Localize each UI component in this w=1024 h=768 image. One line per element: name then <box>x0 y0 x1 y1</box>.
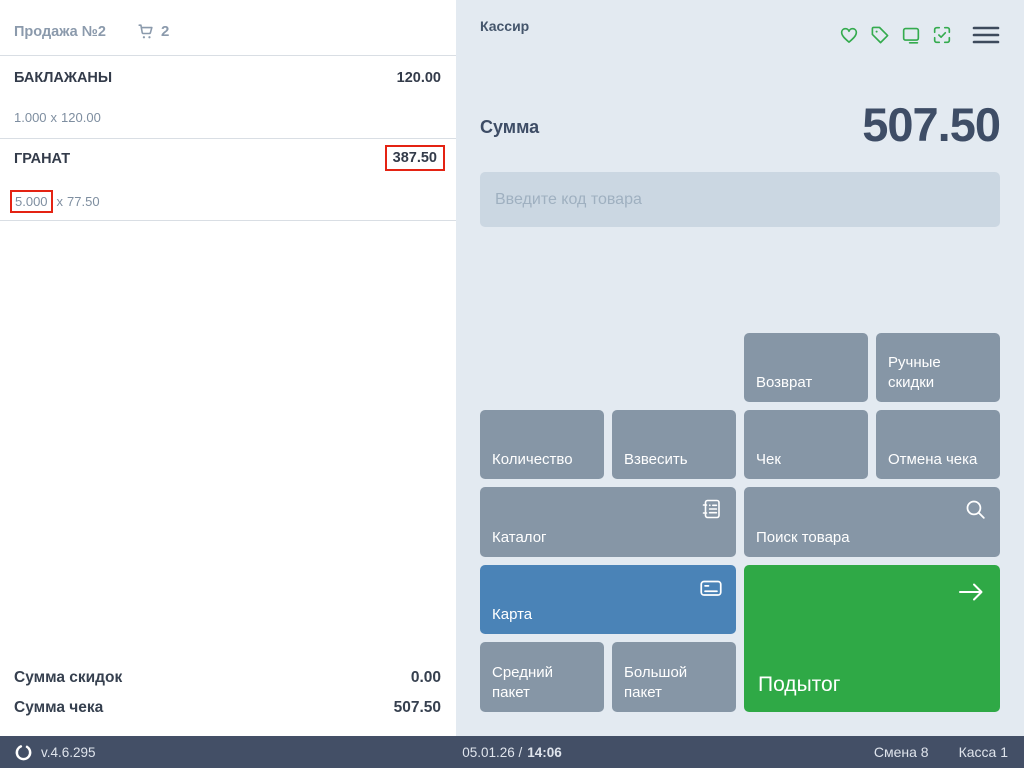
heart-icon[interactable] <box>838 24 860 46</box>
button-label: Чек <box>756 450 781 470</box>
menu-icon[interactable] <box>972 25 1000 45</box>
item-unit-price: 77.50 <box>67 194 100 209</box>
receipt-total-label: Сумма чека <box>14 699 103 717</box>
check-button[interactable]: Чек <box>744 410 868 479</box>
item-unit-price: 120.00 <box>61 110 101 125</box>
button-label: Возврат <box>756 373 812 393</box>
register-label: Касса 1 <box>959 744 1008 760</box>
receipt-total-row: Сумма чека 507.50 <box>14 699 441 717</box>
discount-total-row: Сумма скидок 0.00 <box>14 669 441 687</box>
card-button[interactable]: Карта <box>480 565 736 634</box>
button-label: Большой пакет <box>624 663 724 702</box>
return-button[interactable]: Возврат <box>744 333 868 402</box>
top-icon-bar <box>838 24 1000 46</box>
cashier-label: Кассир <box>480 18 529 34</box>
card-icon <box>698 575 724 601</box>
pos-app: Продажа №2 2 БАКЛАЖАНЫ 120.00 1.000x120.… <box>0 0 1024 768</box>
button-label: Взвесить <box>624 450 688 470</box>
button-label: Количество <box>492 450 573 470</box>
item-name: ГРАНАТ <box>14 151 70 167</box>
button-label: Поиск товара <box>756 528 850 548</box>
monitor-icon[interactable] <box>900 24 922 46</box>
search-icon <box>963 497 988 522</box>
shift-register-block: Смена 8 Касса 1 <box>874 744 1008 760</box>
cart-count: 2 <box>161 23 169 40</box>
item-qty-line: 1.000 x120.00 <box>14 110 101 125</box>
action-panel: Кассир С <box>456 0 1024 736</box>
weigh-button[interactable]: Взвесить <box>612 410 736 479</box>
manual-discounts-button[interactable]: Ручные скидки <box>876 333 1000 402</box>
receipt-panel: Продажа №2 2 БАКЛАЖАНЫ 120.00 1.000x120.… <box>0 0 456 736</box>
button-label: Средний пакет <box>492 663 592 702</box>
button-label: Ручные скидки <box>888 353 988 392</box>
medium-bag-button[interactable]: Средний пакет <box>480 642 604 712</box>
multiply-sign: x <box>57 194 64 209</box>
time-label: 14:06 <box>527 745 562 760</box>
item-name: БАКЛАЖАНЫ <box>14 70 112 86</box>
receipt-total-value: 507.50 <box>394 699 441 717</box>
sum-label: Сумма <box>480 117 539 148</box>
highlight-box: 387.50 <box>385 145 445 171</box>
cart-icon <box>136 22 155 41</box>
catalog-button[interactable]: Каталог <box>480 487 736 557</box>
button-label: Подытог <box>758 671 840 698</box>
item-total: 120.00 <box>397 70 441 86</box>
product-code-input[interactable] <box>480 172 1000 227</box>
cancel-check-button[interactable]: Отмена чека <box>876 410 1000 479</box>
item-total-highlighted: 387.50 <box>385 145 445 171</box>
status-bar: v.4.6.295 05.01.26 / 14:06 Смена 8 Касса… <box>0 736 1024 768</box>
arrow-right-icon <box>956 579 986 605</box>
subtotal-button[interactable]: Подытог <box>744 565 1000 712</box>
app-logo-icon <box>14 743 33 762</box>
multiply-sign: x <box>51 110 58 125</box>
button-label: Отмена чека <box>888 450 977 470</box>
button-label: Карта <box>492 605 532 625</box>
discount-total-value: 0.00 <box>411 669 441 687</box>
scan-check-icon[interactable] <box>931 24 953 46</box>
discount-total-label: Сумма скидок <box>14 669 122 687</box>
tag-icon[interactable] <box>869 24 891 46</box>
large-bag-button[interactable]: Большой пакет <box>612 642 736 712</box>
product-search-button[interactable]: Поиск товара <box>744 487 1000 557</box>
catalog-icon <box>700 497 724 521</box>
quantity-button[interactable]: Количество <box>480 410 604 479</box>
item-qty-line: 5.000x77.50 <box>14 190 100 213</box>
item-qty-highlighted: 5.000 <box>10 190 53 213</box>
datetime-block: 05.01.26 / 14:06 <box>462 745 562 760</box>
shift-label: Смена 8 <box>874 744 929 760</box>
button-label: Каталог <box>492 528 547 548</box>
divider <box>0 55 456 56</box>
sum-row: Сумма 507.50 <box>480 86 1000 148</box>
date-label: 05.01.26 / <box>462 745 522 760</box>
sale-title: Продажа №2 <box>14 24 106 40</box>
cart-indicator: 2 <box>136 22 169 41</box>
version-block: v.4.6.295 <box>14 743 96 762</box>
divider <box>0 220 456 221</box>
version-label: v.4.6.295 <box>41 745 96 760</box>
item-qty: 1.000 <box>14 110 47 125</box>
sum-value: 507.50 <box>862 101 1000 148</box>
sale-header: Продажа №2 2 <box>14 22 169 41</box>
divider <box>0 138 456 139</box>
